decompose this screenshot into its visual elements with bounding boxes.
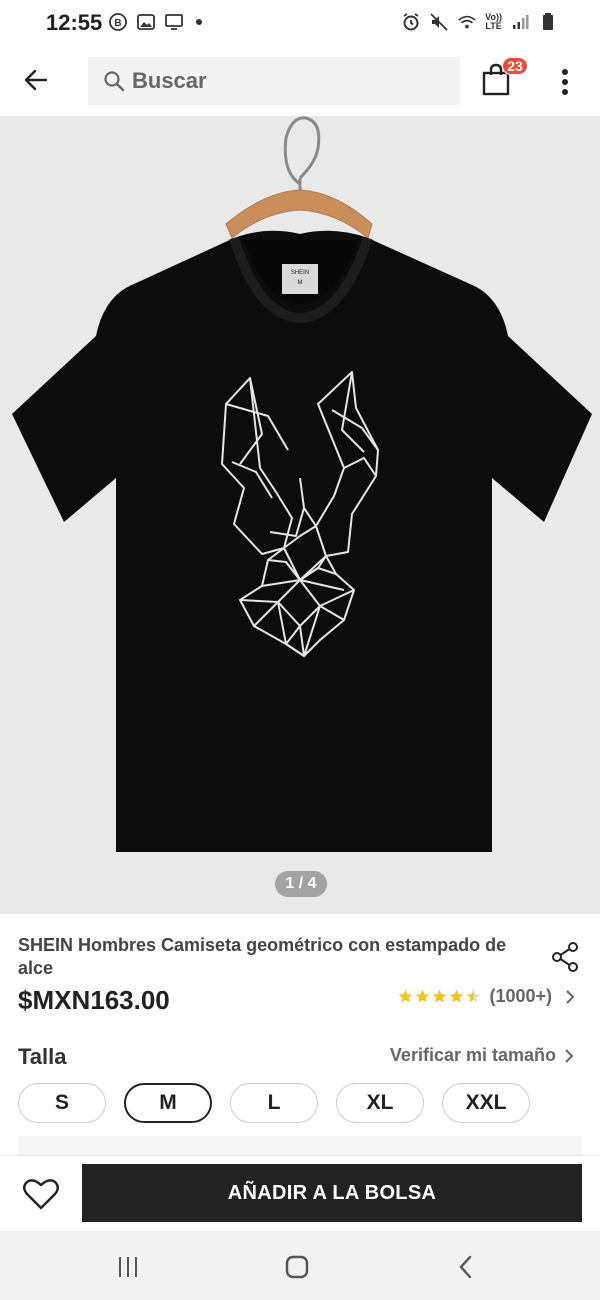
rating-count: (1000+) [489, 986, 552, 1006]
back-arrow-icon [24, 69, 48, 91]
recent-apps-button[interactable] [108, 1247, 148, 1287]
size-option[interactable]: XL [336, 1083, 424, 1123]
star-icon [432, 989, 447, 1004]
gallery-icon [136, 12, 156, 32]
app-bar: Buscar 23 [0, 48, 600, 116]
alarm-icon [401, 12, 421, 32]
size-guide-text: Verificar mi tamaño [389, 1045, 556, 1065]
back-button[interactable] [16, 60, 56, 100]
system-navigation-bar [0, 1231, 600, 1300]
battery-icon [538, 12, 558, 32]
image-counter: 1 / 4 [275, 871, 327, 897]
mute-icon [429, 12, 449, 32]
status-time: 12:55 [46, 10, 103, 35]
product-image-carousel[interactable]: SHEIN M 1 / 4 [0, 116, 600, 914]
size-label: Talla [18, 1044, 67, 1069]
size-option[interactable]: L [230, 1083, 318, 1123]
volte-icon: Vo)) LTE [485, 12, 502, 31]
share-button[interactable] [548, 940, 582, 974]
add-to-bag-button[interactable]: AÑADIR A LA BOLSA [82, 1164, 582, 1222]
dot-icon [196, 19, 202, 25]
status-right-icons: Vo)) LTE [401, 12, 558, 32]
chevron-right-icon [565, 1048, 574, 1063]
b-icon: B [108, 12, 128, 32]
bottom-action-bar: AÑADIR A LA BOLSA [0, 1155, 600, 1231]
size-guide-link[interactable]: Verificar mi tamaño [390, 1045, 576, 1066]
status-bar: 12:55 B Vo)) LTE [0, 0, 600, 48]
size-option[interactable]: S [18, 1083, 106, 1123]
status-left-icons: B [108, 12, 202, 32]
heart-icon [23, 1179, 59, 1210]
recent-apps-icon [119, 1257, 137, 1277]
size-option[interactable]: M [124, 1083, 212, 1123]
hanger-icon [225, 116, 373, 239]
wishlist-button[interactable] [20, 1174, 62, 1214]
share-icon [552, 942, 578, 972]
svg-text:SHEIN: SHEIN [291, 270, 309, 276]
home-icon [285, 1255, 309, 1279]
rating-summary[interactable]: (1000+) [398, 986, 578, 1007]
chevron-right-icon [562, 989, 578, 1005]
home-button[interactable] [277, 1247, 317, 1287]
search-icon [102, 69, 126, 93]
size-option[interactable]: XXL [442, 1083, 530, 1123]
more-vertical-icon [562, 69, 568, 95]
star-icon [398, 989, 413, 1004]
more-options-button[interactable] [552, 62, 578, 102]
rating-stars [398, 989, 481, 1004]
star-icon [449, 989, 464, 1004]
product-title: SHEIN Hombres Camiseta geométrico con es… [18, 935, 507, 978]
size-options: S M L XL XXL [18, 1083, 530, 1123]
cart-count-badge: 23 [502, 57, 528, 75]
product-price: $MXN163.00 [18, 985, 170, 1015]
wifi-icon [457, 12, 477, 32]
cast-icon [164, 12, 184, 32]
search-input[interactable]: Buscar [88, 57, 460, 105]
tshirt-icon: SHEIN M [12, 116, 592, 853]
svg-text:M: M [298, 280, 303, 286]
svg-text:B: B [114, 18, 121, 29]
star-icon [466, 989, 481, 1004]
back-nav-button[interactable] [446, 1247, 486, 1287]
back-chevron-icon [459, 1255, 472, 1279]
search-placeholder: Buscar [132, 68, 207, 93]
signal-icon [510, 12, 530, 32]
star-icon [415, 989, 430, 1004]
